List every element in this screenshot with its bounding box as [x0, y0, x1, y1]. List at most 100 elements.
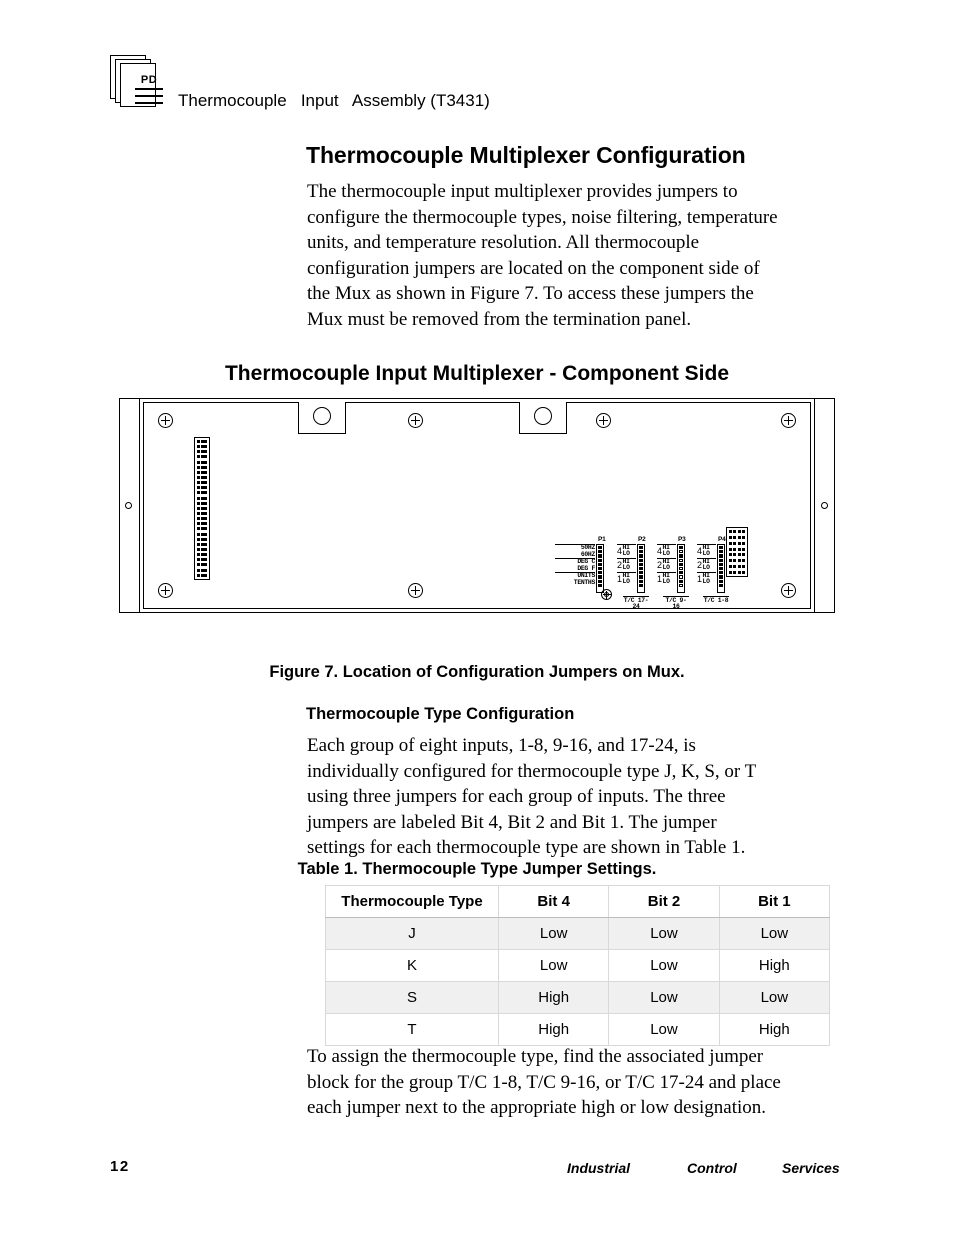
- pin-row: [197, 496, 207, 500]
- connector-pin: [204, 506, 207, 510]
- pin-row: [197, 455, 207, 459]
- pin-row: [197, 445, 207, 449]
- connector-pin: [737, 530, 741, 533]
- jumper-block-p3-labels: 4 HI LO 2 HI LO 1 HI LO: [657, 544, 676, 585]
- jumper-pin-cell[interactable]: [679, 550, 683, 554]
- screw-top-right-mid: [596, 413, 611, 428]
- connector-pin: [204, 553, 207, 557]
- jumper-pin-cell[interactable]: [598, 546, 602, 550]
- connector-pin: [204, 573, 207, 577]
- jumper-pin-cell[interactable]: [679, 546, 683, 550]
- rail-hole-left: [125, 502, 132, 509]
- table-header-row: Thermocouple Type Bit 4 Bit 2 Bit 1: [325, 885, 831, 918]
- jumper-pin-cell[interactable]: [679, 583, 683, 587]
- jumper-pin-cell[interactable]: [598, 562, 602, 566]
- connector-pin: [741, 547, 745, 551]
- table-cell-type: T: [325, 1013, 499, 1046]
- jumper-pin-cell[interactable]: [719, 575, 723, 579]
- connector-pin: [737, 570, 741, 574]
- pin-row: [197, 450, 207, 454]
- jumper-block-p3-pins[interactable]: [677, 544, 685, 593]
- pin-row: [197, 563, 207, 567]
- jumper-pin-cell[interactable]: [598, 566, 602, 571]
- jumper-pin-cell[interactable]: [719, 554, 723, 558]
- jumper-pin-cell[interactable]: [719, 562, 723, 566]
- jumper-pin-cell[interactable]: [639, 579, 643, 583]
- jumper-pin-cell[interactable]: [598, 571, 602, 575]
- connector-pin: [741, 565, 745, 569]
- jumper-block-p2-pins[interactable]: [637, 544, 645, 593]
- jumper-pin-cell[interactable]: [639, 583, 643, 587]
- ground-symbol: [601, 589, 612, 600]
- jumper-bit-row: 1 HI LO: [697, 571, 716, 586]
- jumper-pin-cell[interactable]: [679, 571, 683, 575]
- jumper-block-p4-labels: 4 HI LO 2 HI LO 1 HI LO: [697, 544, 716, 585]
- jumper-pin-cell[interactable]: [639, 566, 643, 571]
- jumper-pin-cell[interactable]: [598, 583, 602, 587]
- connector-pin: [204, 563, 207, 567]
- jumper-block-p4-pins[interactable]: [717, 544, 725, 593]
- jumper-pin-cell[interactable]: [719, 571, 723, 575]
- pin-row: [197, 440, 207, 443]
- jumper-pin-cell[interactable]: [679, 554, 683, 558]
- connector-pin: [204, 501, 207, 505]
- pin-row: [197, 517, 207, 521]
- board-rail-right: [814, 398, 835, 613]
- connector-pin: [204, 460, 207, 464]
- jumper-pin-cell[interactable]: [719, 546, 723, 550]
- jumper-pin-cell[interactable]: [679, 575, 683, 579]
- jumper-block-p4-tag: P4: [718, 536, 726, 543]
- table-col-header-2: Bit 2: [608, 885, 720, 918]
- jumper-pin-cell[interactable]: [639, 546, 643, 550]
- document-stack-icon: PD: [110, 55, 164, 107]
- connector-pin: [204, 450, 207, 454]
- table-cell-value: Low: [497, 917, 610, 950]
- connector-pin: [204, 517, 207, 521]
- jumper-pin-cell[interactable]: [719, 583, 723, 587]
- screw-top-right: [781, 413, 796, 428]
- jumper-pin-cell[interactable]: [639, 571, 643, 575]
- connector-pin: [733, 530, 737, 533]
- jumper-pin-cell[interactable]: [679, 566, 683, 571]
- jumper-pin-cell[interactable]: [719, 566, 723, 571]
- jumper-pin-cell[interactable]: [639, 575, 643, 579]
- footer-word-control: Control: [687, 1160, 737, 1176]
- jumper-pin-cell[interactable]: [598, 579, 602, 583]
- jumper-pin-cell[interactable]: [639, 562, 643, 566]
- table-row: T High Low High: [325, 1013, 831, 1046]
- jumper-pin-cell[interactable]: [639, 554, 643, 558]
- table-cell-value: Low: [718, 981, 831, 1014]
- jumper-pin-cell[interactable]: [679, 579, 683, 583]
- pin-row: [197, 522, 207, 526]
- table-caption: Table 1. Thermocouple Type Jumper Settin…: [297, 860, 657, 878]
- jumper-pin-cell[interactable]: [639, 550, 643, 554]
- jumper-pin-cell[interactable]: [598, 554, 602, 558]
- connector-pin: [204, 445, 207, 449]
- jumper-pin-cell[interactable]: [598, 558, 602, 562]
- pin-row: [197, 460, 207, 464]
- jumper-block-p1-pins[interactable]: [596, 544, 604, 593]
- footer-word-services: Services: [782, 1160, 840, 1176]
- connector-pin: [204, 558, 207, 562]
- connector-pin: [737, 547, 741, 551]
- table-cell-value: Low: [608, 917, 720, 950]
- jumper-hilo: HI LO: [703, 572, 710, 586]
- jumper-pin-cell[interactable]: [679, 562, 683, 566]
- jumper-pin-cell[interactable]: [719, 579, 723, 583]
- table-cell-value: High: [497, 981, 610, 1014]
- table-cell-value: Low: [608, 981, 720, 1014]
- connector-pin: [204, 491, 207, 495]
- jumper-pin-cell[interactable]: [598, 575, 602, 579]
- jumper-pin-cell[interactable]: [719, 550, 723, 554]
- jumper-pin-cell[interactable]: [719, 558, 723, 562]
- table-header: Thermocouple Type Bit 4 Bit 2 Bit 1: [325, 885, 831, 918]
- screw-bottom-left: [158, 583, 173, 598]
- jumper-pin-cell[interactable]: [598, 550, 602, 554]
- table-cell-type: K: [325, 949, 499, 982]
- jumper-bit-row: 1 HI LO: [657, 571, 676, 586]
- jumper-pin-cell[interactable]: [639, 558, 643, 562]
- table-cell-type: S: [325, 981, 499, 1014]
- connector-pin: [737, 559, 741, 563]
- jumper-pin-cell[interactable]: [679, 558, 683, 562]
- pin-row: [197, 470, 207, 474]
